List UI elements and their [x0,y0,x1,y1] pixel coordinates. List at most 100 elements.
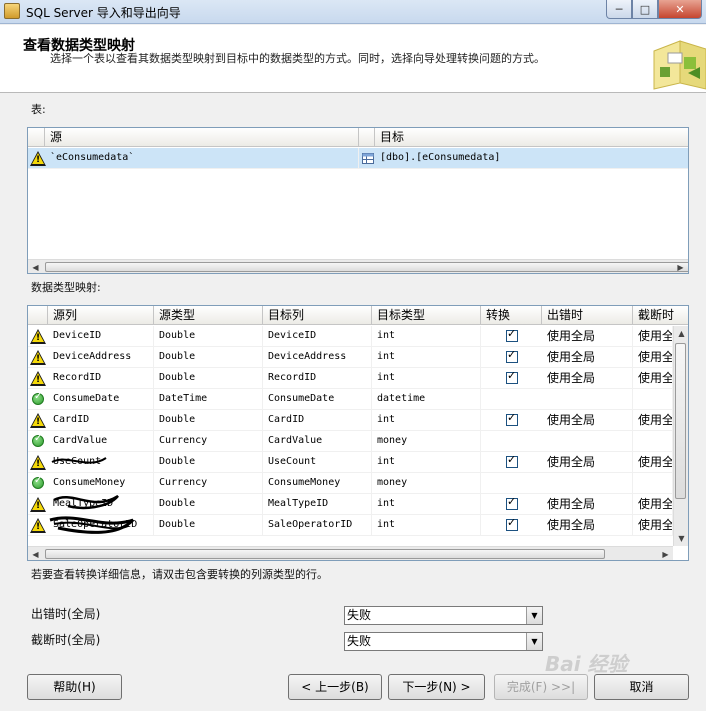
convert-checkbox[interactable] [506,516,518,531]
cell-src: CardID [48,410,154,431]
mapping-row[interactable]: RecordIDDoubleRecordIDint使用全局使用全 [28,368,688,389]
mapping-row[interactable]: DeviceAddressDoubleDeviceAddressint使用全局使… [28,347,688,368]
header-icon-cell [28,128,45,147]
watermark-logo: Bai 经验 [545,652,628,676]
cell-on-trunc[interactable] [633,473,673,494]
cell-on-error[interactable] [542,389,633,410]
mapping-grid-header: 源列 源类型 目标列 目标类型 转换 出错时 截断时 [28,306,688,325]
app-icon [4,3,20,19]
tables-grid-header: 源 目标 [28,128,688,147]
col-src-header[interactable]: 源列 [48,306,154,325]
on-trunc-global-select[interactable]: 失败 ▼ [344,632,543,651]
cell-src-type: Currency [154,431,263,452]
warning-icon [30,518,46,533]
next-button[interactable]: 下一步(N) > [388,674,485,700]
tables-hscrollbar[interactable]: ◀ ▶ [28,259,688,273]
convert-checkbox[interactable] [506,348,518,363]
cell-on-trunc[interactable]: 使用全 [633,347,673,368]
header-icon-cell [28,306,48,325]
mapping-row[interactable]: SaleOperatorIDDoubleSaleOperatorIDint使用全… [28,515,688,536]
scroll-up-icon[interactable]: ▲ [674,326,688,341]
col-source-header[interactable]: 源 [45,128,359,147]
scroll-right-icon[interactable]: ▶ [673,260,688,273]
maximize-button[interactable]: □ [632,0,658,19]
cell-on-error[interactable] [542,473,633,494]
cell-on-error[interactable]: 使用全局 [542,347,633,368]
cell-on-trunc[interactable]: 使用全 [633,410,673,431]
window-title: SQL Server 导入和导出向导 [26,6,181,20]
mapping-row[interactable]: CardValueCurrencyCardValuemoney [28,431,688,452]
scroll-thumb[interactable] [45,262,688,272]
mapping-grid[interactable]: 源列 源类型 目标列 目标类型 转换 出错时 截断时 DeviceIDDoubl… [27,305,689,561]
cell-src-type: Double [154,347,263,368]
scroll-left-icon[interactable]: ◀ [28,260,43,273]
table-row[interactable]: `eConsumedata` [dbo].[eConsumedata] [28,148,688,169]
finish-button[interactable]: 完成(F) >>| [494,674,588,700]
row-status [28,515,48,536]
cancel-button[interactable]: 取消 [594,674,689,700]
col-on-trunc-header[interactable]: 截断时 [633,306,688,325]
col-convert-header[interactable]: 转换 [481,306,542,325]
convert-checkbox[interactable] [506,495,518,510]
mapping-row[interactable]: DeviceIDDoubleDeviceIDint使用全局使用全 [28,326,688,347]
cell-on-trunc[interactable]: 使用全 [633,326,673,347]
mapping-row[interactable]: ConsumeMoneyCurrencyConsumeMoneymoney [28,473,688,494]
convert-checkbox[interactable] [506,453,518,468]
scroll-down-icon[interactable]: ▼ [674,531,688,546]
cell-src-type: Double [154,326,263,347]
cell-dst-type: int [372,515,481,536]
mapping-hscrollbar[interactable]: ◀ ▶ [28,546,673,560]
vscroll-thumb[interactable] [675,343,686,499]
row-status [28,410,48,431]
col-dst-header[interactable]: 目标列 [263,306,372,325]
cell-on-trunc[interactable]: 使用全 [633,515,673,536]
cell-dst-type: int [372,368,481,389]
col-src-type-header[interactable]: 源类型 [154,306,263,325]
close-button[interactable]: ✕ [658,0,702,19]
cell-src: ConsumeMoney [48,473,154,494]
cell-on-error[interactable] [542,431,633,452]
convert-checkbox[interactable] [506,369,518,384]
mapping-row[interactable]: CardIDDoubleCardIDint使用全局使用全 [28,410,688,431]
mapping-vscrollbar[interactable]: ▲ ▼ [673,326,688,546]
cell-on-error[interactable]: 使用全局 [542,494,633,515]
cell-on-error[interactable]: 使用全局 [542,326,633,347]
cell-on-trunc[interactable] [633,389,673,410]
cell-on-trunc[interactable]: 使用全 [633,494,673,515]
cell-dst: MealTypeID [263,494,372,515]
cell-on-trunc[interactable] [633,431,673,452]
mapping-row[interactable]: UseCountDoubleUseCountint使用全局使用全 [28,452,688,473]
col-target-header[interactable]: 目标 [375,128,688,147]
help-button[interactable]: 帮助(H) [27,674,122,700]
cell-src: SaleOperatorID [48,515,154,536]
cell-on-error[interactable]: 使用全局 [542,515,633,536]
cell-src-type: Double [154,494,263,515]
cell-on-trunc[interactable]: 使用全 [633,368,673,389]
convert-checkbox[interactable] [506,327,518,342]
cell-src-type: Double [154,452,263,473]
chevron-down-icon[interactable]: ▼ [526,633,542,650]
scroll-thumb[interactable] [45,549,605,559]
col-dst-type-header[interactable]: 目标类型 [372,306,481,325]
cell-on-error[interactable]: 使用全局 [542,368,633,389]
on-error-global-select[interactable]: 失败 ▼ [344,606,543,625]
table-icon [362,153,374,164]
minimize-button[interactable]: ─ [606,0,632,19]
cell-on-error[interactable]: 使用全局 [542,452,633,473]
tables-grid[interactable]: 源 目标 `eConsumedata` [dbo].[eConsumedata]… [27,127,689,274]
cell-dst-type: int [372,494,481,515]
mapping-row[interactable]: MealTypeIDDoubleMealTypeIDint使用全局使用全 [28,494,688,515]
chevron-down-icon[interactable]: ▼ [526,607,542,624]
row-status [28,326,48,347]
scroll-right-icon[interactable]: ▶ [658,547,673,560]
scroll-left-icon[interactable]: ◀ [28,547,43,560]
cell-on-trunc[interactable]: 使用全 [633,452,673,473]
warning-icon [30,329,46,344]
back-button[interactable]: < 上一步(B) [288,674,382,700]
mapping-row[interactable]: ConsumeDateDateTimeConsumeDatedatetime [28,389,688,410]
convert-checkbox[interactable] [506,411,518,426]
col-on-error-header[interactable]: 出错时 [542,306,633,325]
cell-dst: SaleOperatorID [263,515,372,536]
cell-on-error[interactable]: 使用全局 [542,410,633,431]
warning-icon [30,497,46,512]
